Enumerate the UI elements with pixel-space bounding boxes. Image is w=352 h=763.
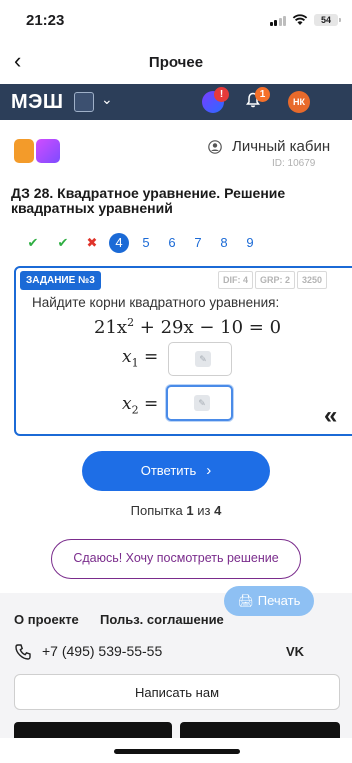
phone-icon (15, 644, 31, 660)
step-7[interactable]: 7 (189, 234, 207, 252)
equation: 21x2 + 29x − 10 = 0 (94, 316, 281, 338)
notification-count-badge: 1 (255, 87, 270, 102)
user-id: ID: 10679 (272, 158, 316, 169)
status-time: 21:23 (26, 12, 65, 29)
task-id-badge: 3250 (297, 271, 328, 289)
write-us-button[interactable]: Написать нам (14, 674, 340, 710)
difficulty-badge: DIF: 4 (218, 271, 254, 289)
stats-brand-icon (36, 139, 60, 163)
store-badge[interactable] (14, 722, 172, 738)
personal-cabinet-link[interactable]: Личный кабин (232, 138, 330, 155)
phone-number[interactable]: +7 (495) 539-55-55 (42, 643, 162, 659)
equation-power: 2 (127, 316, 135, 329)
status-icons: 54 (269, 14, 341, 26)
home-indicator[interactable] (114, 749, 240, 754)
chevron-down-icon[interactable]: ⌄ (101, 91, 113, 108)
shield-brand-icon (14, 139, 34, 163)
navigation-bar: ‹ Прочее (0, 44, 352, 82)
step-1-correct[interactable]: ✔ (24, 234, 42, 252)
brand-icons (14, 139, 60, 163)
answer-1-label: x1 = (122, 347, 159, 370)
chevron-right-icon: › (206, 462, 212, 479)
app-header: МЭШ ⌄ ! 1 НК (0, 84, 352, 120)
step-5[interactable]: 5 (137, 234, 155, 252)
about-link[interactable]: О проекте (14, 612, 79, 627)
signal-icon (269, 15, 286, 26)
vk-icon[interactable]: VK (286, 644, 304, 659)
apps-grid-icon[interactable] (74, 92, 94, 112)
avatar[interactable]: НК (288, 91, 310, 113)
answer-2-label: x2 = (122, 394, 159, 417)
formula-editor-icon[interactable]: ✎ (195, 351, 211, 367)
assistant-alert-badge: ! (214, 87, 229, 102)
step-9[interactable]: 9 (241, 234, 259, 252)
equation-left: 21x (94, 317, 128, 338)
page-title: Прочее (148, 54, 204, 71)
answer-2-input[interactable]: ✎ (166, 385, 233, 421)
step-2-correct[interactable]: ✔ (54, 234, 72, 252)
task-meta: DIF: 4 GRP: 2 3250 (218, 271, 328, 289)
task-question: Найдите корни квадратного уравнения: (32, 295, 280, 310)
homework-title: ДЗ 28. Квадратное уравнение. Решение ква… (11, 186, 286, 216)
collapse-panel-icon[interactable]: « (324, 402, 337, 430)
agreement-link[interactable]: Польз. соглашение (100, 612, 224, 627)
task-number-label: ЗАДАНИЕ №3 (20, 271, 101, 290)
print-button[interactable]: 🖨 Печать (224, 586, 314, 616)
step-8[interactable]: 8 (215, 234, 233, 252)
step-4-current[interactable]: 4 (109, 233, 129, 253)
user-icon (208, 140, 222, 154)
step-6[interactable]: 6 (163, 234, 181, 252)
answer-1-input[interactable]: ✎ (168, 342, 232, 376)
attempt-counter: Попытка 1 из 4 (130, 503, 222, 518)
formula-editor-icon[interactable]: ✎ (194, 395, 210, 411)
group-badge: GRP: 2 (255, 271, 296, 289)
equation-right: + 29x − 10 = 0 (134, 317, 282, 338)
give-up-button[interactable]: Сдаюсь! Хочу посмотреть решение (51, 539, 301, 579)
app-logo[interactable]: МЭШ (11, 91, 64, 114)
battery-icon: 54 (314, 14, 341, 26)
status-bar: 21:23 54 (0, 0, 352, 44)
submit-answer-button[interactable]: Ответить › (82, 451, 270, 491)
step-3-wrong[interactable]: ✖ (83, 234, 101, 252)
wifi-icon (292, 14, 308, 25)
store-badge[interactable] (180, 722, 340, 738)
task-card: ЗАДАНИЕ №3 DIF: 4 GRP: 2 3250 Найдите ко… (14, 266, 352, 436)
